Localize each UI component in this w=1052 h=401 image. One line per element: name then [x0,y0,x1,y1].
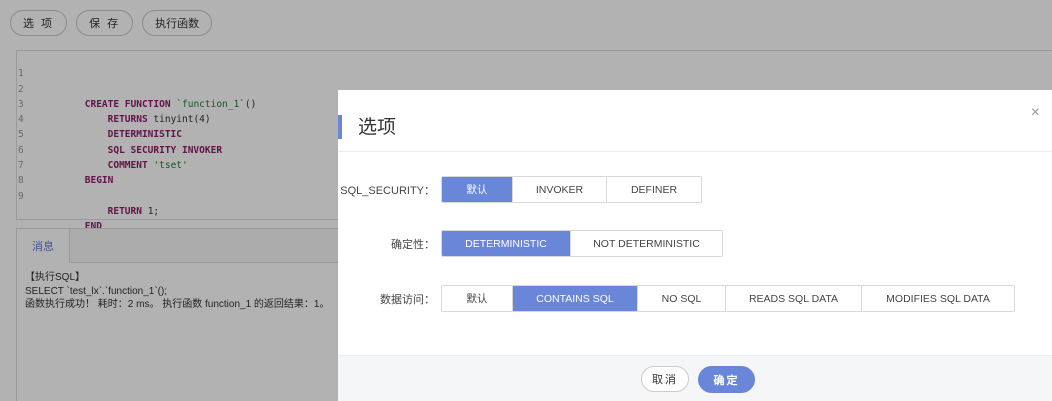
data-access-option-modifies-sql-data[interactable]: MODIFIES SQL DATA [862,286,1014,311]
deterministic-row: 确定性： DETERMINISTIC NOT DETERMINISTIC [338,230,723,257]
sql-security-option-definer[interactable]: DEFINER [607,177,701,202]
data-access-selector: 默认 CONTAINS SQL NO SQL READS SQL DATA MO… [441,285,1015,312]
sql-security-label: SQL_SECURITY： [340,184,435,197]
sql-security-option-default[interactable]: 默认 [442,177,513,202]
data-access-option-reads-sql-data[interactable]: READS SQL DATA [726,286,862,311]
cancel-button[interactable]: 取消 [641,366,689,392]
deterministic-option-deterministic[interactable]: DETERMINISTIC [442,231,571,256]
deterministic-selector: DETERMINISTIC NOT DETERMINISTIC [441,230,723,257]
confirm-button[interactable]: 确定 [698,366,755,393]
dialog-footer: 取消 确定 [338,355,1052,401]
data-access-option-contains-sql[interactable]: CONTAINS SQL [513,286,638,311]
options-dialog: 选项 × SQL_SECURITY： 默认 INVOKER DEFINER 确定… [338,90,1052,401]
sql-security-row: SQL_SECURITY： 默认 INVOKER DEFINER [338,176,702,203]
title-accent-bar [338,115,342,139]
data-access-label: 数据访问： [380,293,435,306]
sql-security-option-invoker[interactable]: INVOKER [513,177,607,202]
deterministic-label: 确定性： [391,238,435,251]
data-access-option-default[interactable]: 默认 [442,286,513,311]
data-access-row: 数据访问： 默认 CONTAINS SQL NO SQL READS SQL D… [338,285,1015,312]
close-icon[interactable]: × [1031,104,1040,122]
sql-security-selector: 默认 INVOKER DEFINER [441,176,702,203]
data-access-option-no-sql[interactable]: NO SQL [638,286,726,311]
deterministic-option-not-deterministic[interactable]: NOT DETERMINISTIC [571,231,722,256]
dialog-header: 选项 × [338,90,1052,152]
dialog-title: 选项 [358,117,397,138]
